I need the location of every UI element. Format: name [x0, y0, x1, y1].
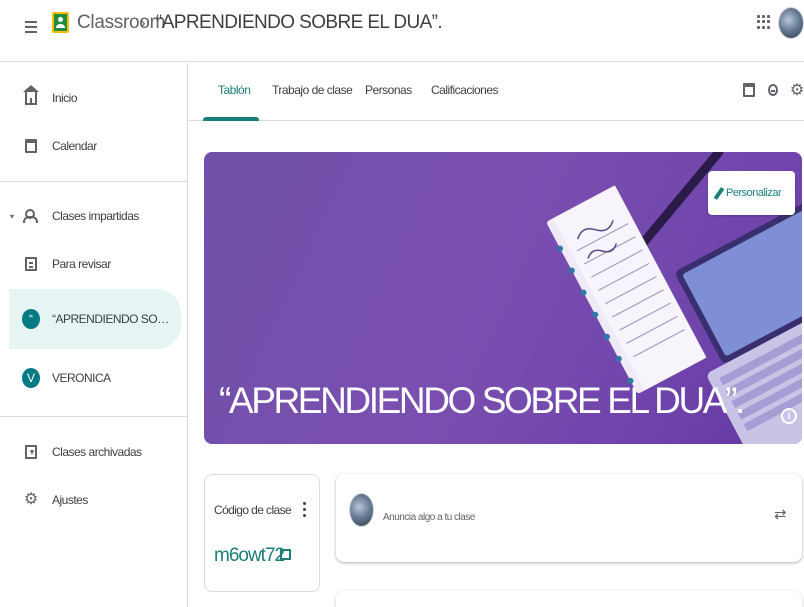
class-banner: Personalizar “APRENDIENDO SOBRE EL DUA”.…	[204, 152, 802, 444]
sidebar-divider	[0, 181, 188, 182]
account-avatar[interactable]	[778, 7, 804, 39]
breadcrumb-separator: ›	[140, 13, 146, 32]
home-icon	[22, 84, 40, 107]
customize-button[interactable]: Personalizar	[708, 171, 795, 215]
sidebar-item-label: Ajustes	[52, 493, 88, 507]
calendar-icon[interactable]	[741, 81, 757, 99]
sidebar-item-label: VERONICA	[52, 371, 111, 385]
sidebar-item-clases-impartidas[interactable]: ▾ Clases impartidas	[0, 193, 181, 239]
google-apps-icon[interactable]	[757, 15, 771, 29]
announce-box[interactable]: Anuncia algo a tu clase ⇄	[336, 474, 802, 562]
sidebar-item-para-revisar[interactable]: Para revisar	[0, 241, 181, 287]
pencil-icon	[713, 186, 725, 200]
sidebar-item-label: Clases impartidas	[52, 209, 139, 223]
reuse-post-icon[interactable]: ⇄	[774, 505, 788, 527]
class-code-value: m6owt72	[214, 545, 285, 566]
announce-placeholder: Anuncia algo a tu clase	[383, 512, 475, 523]
settings-gear-icon[interactable]: ⚙	[789, 81, 804, 99]
classroom-logo-icon[interactable]	[52, 12, 69, 33]
tab-trabajo-de-clase[interactable]: Trabajo de clase	[272, 83, 353, 97]
sidebar: Inicio Calendar ▾ Clases impartidas Para…	[0, 63, 188, 607]
drive-folder-icon[interactable]	[765, 81, 781, 99]
sidebar-item-label: Calendar	[52, 139, 97, 153]
customize-label: Personalizar	[726, 187, 782, 199]
more-options-icon[interactable]	[300, 499, 308, 519]
tab-calificaciones[interactable]: Calificaciones	[431, 83, 499, 97]
archive-icon	[22, 443, 40, 461]
class-title: “APRENDIENDO SOBRE EL DUA”.	[219, 380, 745, 421]
tab-personas[interactable]: Personas	[365, 83, 412, 97]
tab-tablon[interactable]: Tablón	[218, 83, 251, 97]
class-code-card: Código de clase m6owt72	[204, 474, 320, 592]
sidebar-divider	[0, 416, 188, 417]
info-icon[interactable]: i	[781, 408, 797, 424]
sidebar-item-class-veronica[interactable]: V VERONICA	[0, 355, 181, 401]
breadcrumb-class-name: “APRENDIENDO SOBRE EL DUA”.	[156, 12, 443, 33]
sidebar-item-calendar[interactable]: Calendar	[0, 123, 181, 169]
sidebar-item-label: Para revisar	[52, 257, 111, 271]
class-code-label: Código de clase	[214, 503, 292, 517]
sidebar-item-clases-archivadas[interactable]: Clases archivadas	[0, 429, 181, 475]
gear-icon: ⚙	[23, 491, 39, 508]
expand-caret-icon[interactable]: ▾	[10, 212, 14, 221]
stream-card	[336, 591, 802, 607]
avatar	[349, 493, 374, 527]
sidebar-item-ajustes[interactable]: ⚙ Ajustes	[0, 477, 181, 523]
review-icon	[22, 255, 40, 273]
active-tab-indicator	[203, 117, 259, 121]
sidebar-item-inicio[interactable]: Inicio	[0, 75, 181, 121]
fullscreen-icon[interactable]	[280, 549, 291, 560]
sidebar-item-label: “APRENDIENDO SOBRE EL D...	[52, 312, 176, 326]
class-tabs: Tablón Trabajo de clase Personas Calific…	[189, 63, 804, 121]
people-icon	[22, 207, 40, 225]
class-avatar: V	[22, 368, 40, 388]
sidebar-item-label: Inicio	[52, 91, 78, 105]
breadcrumb-app-name[interactable]: Classroom	[77, 12, 165, 34]
top-app-bar: Classroom › “APRENDIENDO SOBRE EL DUA”.	[0, 0, 804, 62]
calendar-icon	[22, 137, 40, 155]
hamburger-menu-icon[interactable]	[20, 16, 42, 38]
sidebar-item-label: Clases archivadas	[52, 445, 142, 459]
sidebar-item-class-aprendiendo[interactable]: “ “APRENDIENDO SOBRE EL D...	[9, 289, 181, 349]
class-avatar: “	[22, 309, 40, 329]
